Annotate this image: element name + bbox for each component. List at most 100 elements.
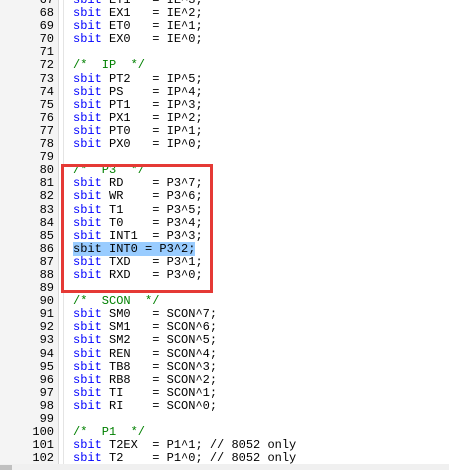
code-line[interactable]: 99: [0, 412, 449, 426]
code-text: sbit PX0 = IP^0;: [73, 137, 203, 152]
assignment: = IP^4;: [152, 84, 203, 99]
line-number: 93: [39, 333, 54, 348]
assignment: = IE^2;: [152, 6, 203, 21]
comment: /* IP */: [73, 58, 146, 73]
assignment: = P3^1;: [152, 254, 203, 269]
line-number: 82: [39, 189, 54, 204]
code-line[interactable]: 83 sbit T1 = P3^5;: [0, 202, 449, 217]
keyword-sbit: sbit: [73, 307, 102, 322]
line-number: 73: [39, 71, 54, 86]
identifier: EX0: [109, 32, 146, 47]
code-line[interactable]: 67 sbit ET1 = IE^3;: [0, 0, 449, 7]
code-line[interactable]: 91 sbit SM0 = SCON^7;: [0, 308, 449, 321]
code-line[interactable]: 80/* P3 */: [0, 164, 449, 177]
code-line[interactable]: 81 sbit RD = P3^7;: [0, 177, 449, 190]
assignment: = P3^0;: [152, 267, 203, 282]
code-line[interactable]: 70 sbit EX0 = IE^0;: [0, 33, 449, 46]
keyword-sbit: sbit: [73, 97, 102, 112]
keyword-sbit: sbit: [73, 137, 102, 152]
identifier: SM0: [109, 307, 146, 322]
assignment: = P3^7;: [152, 176, 203, 191]
assignment: = SCON^4;: [152, 346, 218, 361]
code-line[interactable]: 98 sbit RI = SCON^0;: [0, 398, 449, 413]
identifier: INT1: [109, 228, 146, 243]
code-line[interactable]: 88 sbit RXD = P3^0;: [0, 267, 449, 282]
code-text: sbit INT1 = P3^3;: [73, 228, 203, 243]
keyword-sbit: sbit: [73, 123, 102, 138]
code-line[interactable]: 72 /* IP */: [0, 59, 449, 72]
code-line[interactable]: 93 sbit SM2 = SCON^5;: [0, 334, 449, 347]
keyword-sbit: sbit: [73, 110, 102, 125]
assignment: = IP^0;: [152, 137, 203, 152]
keyword-sbit: sbit: [73, 84, 102, 99]
code-line[interactable]: 77 sbit PT0 = IP^1;: [0, 123, 449, 138]
line-number: 75: [39, 97, 54, 112]
assignment: = SCON^7;: [152, 307, 218, 322]
identifier: TB8: [109, 359, 146, 374]
code-line[interactable]: 69 sbit ET0 = IE^1;: [0, 20, 449, 33]
selected-text[interactable]: sbit INT0 = P3^2;: [73, 241, 196, 256]
code-line[interactable]: 85 sbit INT1 = P3^3;: [0, 228, 449, 243]
identifier: WR: [109, 189, 146, 204]
identifier: T0: [109, 215, 146, 230]
assignment: = IP^3;: [152, 97, 203, 112]
code-line[interactable]: 92 sbit SM1 = SCON^6;: [0, 321, 449, 334]
identifier: PS: [109, 84, 146, 99]
assignment: = SCON^0;: [152, 398, 218, 413]
code-line[interactable]: 71: [0, 46, 449, 59]
keyword-sbit: sbit: [73, 398, 102, 413]
identifier: SM1: [109, 320, 146, 335]
code-line[interactable]: 94 sbit REN = SCON^4;: [0, 346, 449, 361]
code-lines[interactable]: 67 sbit ET1 = IE^3; 68 sbit EX1 = IE^2; 69 sb…: [0, 0, 449, 465]
identifier: RB8: [109, 372, 146, 387]
code-line[interactable]: 90/* SCON */: [0, 295, 449, 308]
assignment: = SCON^5;: [152, 333, 218, 348]
keyword-sbit: sbit: [73, 71, 102, 86]
identifier: PX1: [109, 110, 146, 125]
line-number: 76: [39, 110, 54, 125]
keyword-sbit: sbit: [73, 202, 102, 217]
code-line[interactable]: 96 sbit RB8 = SCON^2;: [0, 372, 449, 387]
identifier: SM2: [109, 333, 146, 348]
comment: /* P3 */: [73, 163, 146, 178]
assignment: = P3^4;: [152, 215, 203, 230]
code-line[interactable]: 89: [0, 281, 449, 295]
code-line[interactable]: 73 sbit PT2 = IP^5;: [0, 71, 449, 86]
code-line[interactable]: 82 sbit WR = P3^6;: [0, 190, 449, 203]
code-line[interactable]: 74 sbit PS = IP^4;: [0, 84, 449, 99]
code-text: sbit RXD = P3^0;: [73, 267, 203, 282]
assignment: = SCON^2;: [152, 372, 218, 387]
code-editor[interactable]: 67 sbit ET1 = IE^3; 68 sbit EX1 = IE^2; 69 sb…: [0, 0, 449, 470]
identifier: RXD: [109, 267, 146, 282]
assignment: = P3^6;: [152, 189, 203, 204]
code-line[interactable]: 75 sbit PT1 = IP^3;: [0, 97, 449, 112]
identifier: TXD: [109, 254, 146, 269]
horizontal-scrollbar[interactable]: [0, 464, 449, 470]
keyword-sbit: sbit: [73, 32, 102, 47]
line-number: 84: [39, 215, 54, 230]
code-line[interactable]: 76 sbit PX1 = IP^2;: [0, 110, 449, 125]
code-line[interactable]: 68 sbit EX1 = IE^2;: [0, 6, 449, 21]
code-line[interactable]: 86 sbit INT0 = P3^2;: [0, 241, 449, 256]
keyword-sbit: sbit: [73, 359, 102, 374]
line-number: 95: [39, 359, 54, 374]
assignment: = P3^5;: [152, 202, 203, 217]
keyword-sbit: sbit: [73, 19, 102, 34]
keyword-sbit: sbit: [73, 333, 102, 348]
code-line[interactable]: 87 sbit TXD = P3^1;: [0, 254, 449, 269]
line-number: 86: [39, 241, 54, 256]
code-line[interactable]: 84 sbit T0 = P3^4;: [0, 215, 449, 230]
identifier: PX0: [109, 137, 146, 152]
keyword-sbit: sbit: [73, 346, 102, 361]
comment: /* P1 */: [73, 425, 146, 440]
line-number: 87: [39, 254, 54, 269]
keyword-sbit: sbit: [73, 215, 102, 230]
line-number: 74: [39, 84, 54, 99]
code-line[interactable]: 78 sbit PX0 = IP^0;: [0, 137, 449, 152]
code-line[interactable]: 79: [0, 151, 449, 164]
identifier: T2EX: [109, 438, 146, 453]
code-line[interactable]: 97 sbit TI = SCON^1;: [0, 386, 449, 400]
assignment: = IE^1;: [152, 19, 203, 34]
scrollbar-thumb[interactable]: [0, 465, 12, 470]
code-line[interactable]: 95 sbit TB8 = SCON^3;: [0, 359, 449, 374]
